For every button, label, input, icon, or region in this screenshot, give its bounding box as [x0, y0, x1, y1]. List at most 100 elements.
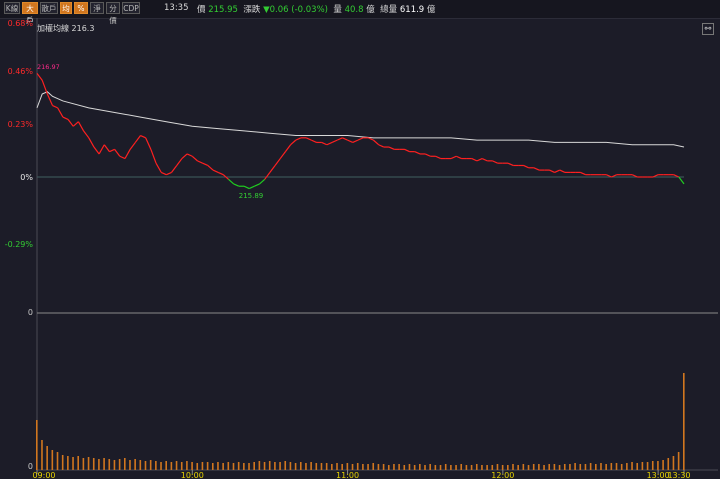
volume-bar	[527, 465, 530, 470]
volume-bar	[589, 463, 592, 470]
volume-bar	[662, 460, 664, 470]
price-line-segment	[155, 162, 162, 173]
price-line-segment	[290, 139, 297, 146]
volume-bar	[206, 462, 209, 470]
price-tick-label-2: 0.23%	[8, 120, 34, 129]
x-tick-label-4: 13:00	[647, 471, 670, 479]
volume-bar	[279, 462, 281, 470]
volume-bar	[444, 464, 447, 470]
price-line-segment	[378, 144, 385, 148]
volume-bar	[92, 458, 95, 470]
price-line-segment	[269, 165, 276, 173]
price-line-segment	[93, 146, 100, 155]
volume-bar	[382, 464, 385, 470]
volume-bar	[56, 452, 59, 470]
volume-bar	[180, 462, 183, 470]
price-line-segment	[166, 171, 172, 176]
intraday-chart: 00.68%0.46%0.23%0%-0.29%009:00 10:00 11:00…	[5, 18, 718, 479]
volume-bar	[584, 464, 587, 470]
volume-bar	[424, 465, 426, 470]
volume-bar	[558, 465, 561, 470]
price-line-segment	[295, 137, 302, 141]
price-line-segment	[119, 155, 126, 160]
volume-bar	[98, 459, 100, 470]
price-line-segment	[72, 121, 79, 127]
volume-bar	[481, 465, 483, 470]
price-line-segment	[202, 162, 209, 167]
volume-bar	[72, 457, 74, 470]
volume-bar	[258, 461, 261, 470]
price-line-segment	[336, 137, 343, 141]
price-line-segment	[274, 158, 281, 166]
volume-bar	[186, 461, 188, 470]
volume-bar	[475, 464, 478, 470]
price-line-segment	[254, 183, 260, 187]
price-line-segment	[171, 165, 178, 173]
volume-bar	[129, 460, 131, 470]
price-line-segment	[160, 171, 167, 176]
price-line-segment	[373, 139, 380, 146]
price-line-segment	[352, 139, 359, 143]
volume-bar	[522, 464, 525, 470]
price-line-segment	[36, 72, 43, 81]
volume-bar	[626, 463, 628, 470]
volume-bar	[496, 464, 499, 470]
price-line-segment	[305, 137, 312, 141]
volume-bar	[155, 461, 157, 470]
volume-bar	[222, 463, 224, 470]
volume-bar	[429, 464, 431, 470]
volume-bar	[201, 462, 204, 470]
volume-bar	[413, 465, 416, 470]
price-line-segment	[559, 169, 566, 173]
volume-bar	[315, 463, 318, 470]
price-line-segment	[57, 107, 64, 118]
price-line-segment	[124, 149, 131, 159]
volume-bar	[470, 465, 473, 470]
volume-bar	[455, 465, 457, 470]
price-line-segment	[492, 160, 498, 164]
price-line-segment	[554, 169, 561, 173]
volume-bar	[434, 465, 437, 470]
volume-bar	[237, 462, 240, 470]
volume-bar	[351, 464, 354, 470]
volume-bar	[393, 464, 395, 470]
price-line-segment	[549, 169, 555, 173]
volume-bar	[507, 465, 509, 470]
price-line-segment	[186, 153, 193, 157]
volume-zero-label: 0	[28, 462, 33, 471]
volume-bar	[294, 463, 297, 470]
volume-bar	[253, 462, 255, 470]
volume-bar	[367, 464, 369, 470]
price-tick-label-4: -0.29%	[5, 240, 34, 249]
volume-bar	[217, 462, 219, 470]
lower-zero-label: 0	[28, 308, 33, 317]
volume-bar	[51, 450, 54, 470]
volume-bar	[118, 459, 121, 470]
volume-bar	[362, 464, 364, 470]
price-line-segment	[450, 155, 457, 160]
price-line-segment	[259, 178, 266, 185]
volume-bar	[631, 462, 633, 470]
volume-bar	[248, 463, 250, 470]
volume-bar	[325, 463, 328, 470]
volume-bar	[227, 462, 230, 470]
price-line-segment	[481, 158, 488, 162]
price-line-segment	[140, 134, 146, 139]
price-line-segment	[129, 142, 136, 150]
volume-bar	[574, 463, 576, 470]
price-line-segment	[228, 178, 235, 185]
price-line-segment	[191, 155, 198, 162]
price-line-segment	[181, 153, 188, 160]
price-line-segment	[471, 158, 478, 162]
volume-bar	[87, 457, 90, 470]
volume-bar	[615, 463, 618, 470]
volume-bar	[563, 464, 566, 470]
x-tick-label-1: 10:00	[181, 471, 204, 479]
price-line-segment	[52, 105, 58, 109]
volume-bar	[641, 462, 644, 470]
volume-bar	[605, 464, 607, 470]
volume-bar	[651, 461, 654, 470]
price-line-segment	[62, 116, 69, 120]
price-line-segment	[176, 158, 183, 166]
volume-bar	[667, 458, 670, 470]
